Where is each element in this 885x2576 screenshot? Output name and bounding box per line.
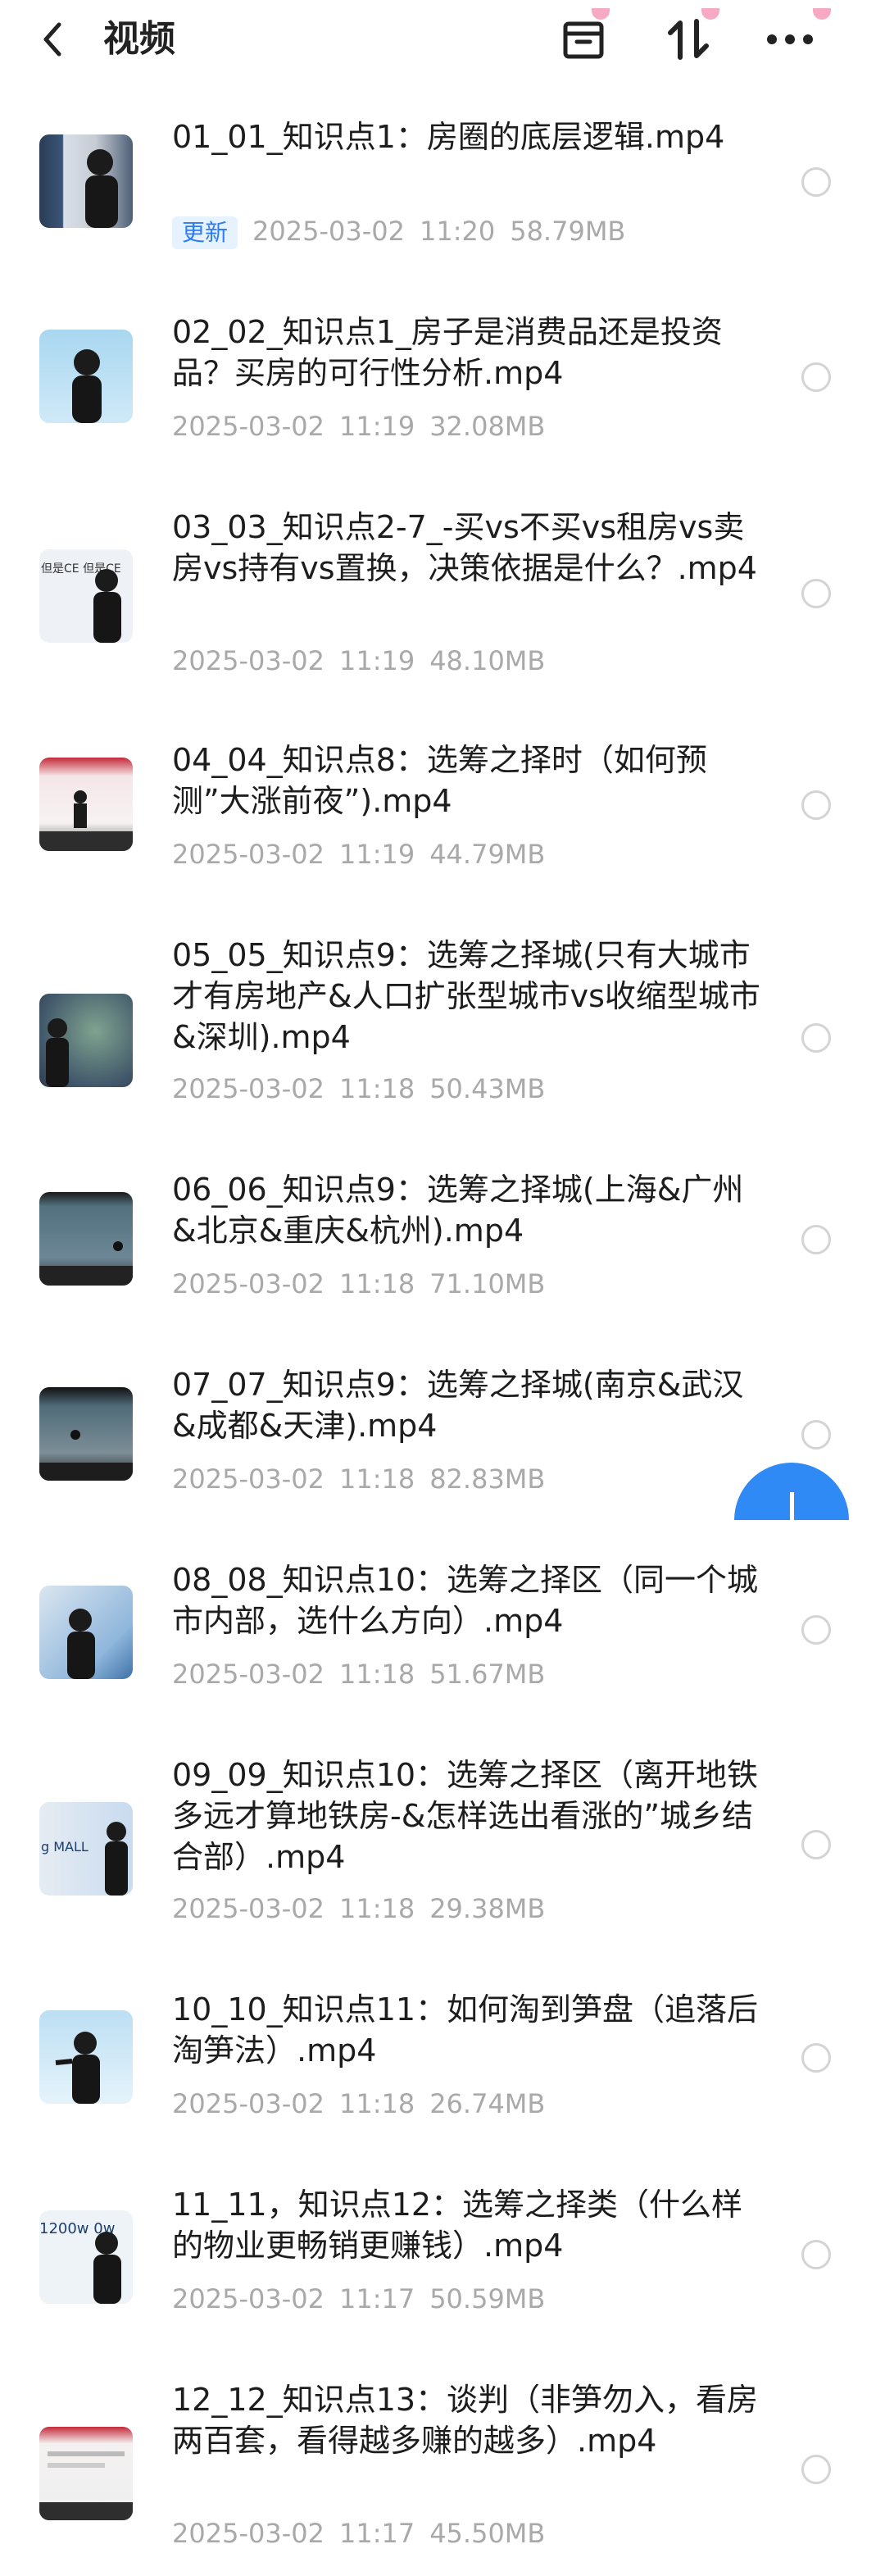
video-thumbnail	[39, 758, 133, 851]
update-badge: 更新	[172, 216, 238, 249]
video-title: 05_05_知识点9：选筹之择城(只有大城市才有房地产&人口扩张型城市vs收缩型…	[172, 937, 760, 1055]
video-size: 45.50MB	[429, 2518, 546, 2549]
video-size: 51.67MB	[429, 1659, 546, 1690]
select-radio[interactable]	[801, 362, 831, 392]
video-meta: 2025-03-02 11:18 29.38MB	[172, 1891, 560, 1927]
video-thumbnail: g MALL	[39, 1802, 133, 1896]
video-size: 58.79MB	[510, 216, 626, 247]
video-thumbnail	[39, 134, 133, 228]
video-time: 11:18	[338, 2088, 415, 2119]
video-thumbnail	[39, 330, 133, 423]
select-radio[interactable]	[801, 1615, 831, 1645]
video-thumbnail	[39, 2010, 133, 2104]
video-title: 04_04_知识点8：选筹之择时（如何预测”大涨前夜”).mp4	[172, 742, 707, 819]
video-title: 10_10_知识点11：如何淘到笋盘（追落后淘笋法）.mp4	[172, 1991, 759, 2069]
video-title: 11_11，知识点12：选筹之择类（什么样的物业更畅销更赚钱）.mp4	[172, 2187, 743, 2264]
video-time: 11:17	[338, 2518, 415, 2549]
video-time: 11:19	[338, 411, 415, 442]
video-time: 11:19	[338, 645, 415, 676]
video-thumbnail: 但是CE 但是CE	[39, 549, 133, 643]
thumb-text: g MALL	[41, 1839, 88, 1855]
page-title: 视频	[103, 18, 175, 60]
video-meta: 2025-03-02 11:19 32.08MB	[172, 408, 560, 444]
select-radio[interactable]	[801, 2455, 831, 2484]
archive-box-icon[interactable]	[557, 8, 610, 66]
video-title: 09_09_知识点10：选筹之择区（离开地铁多远才算地铁房-&怎样选出看涨的”城…	[172, 1757, 759, 1875]
video-title: 12_12_知识点13：谈判（非笋勿入，看房两百套，看得越多赚的越多）.mp4	[172, 2382, 759, 2459]
notification-dot	[813, 8, 831, 20]
video-size: 32.08MB	[429, 411, 546, 442]
video-title: 07_07_知识点9：选筹之择城(南京&武汉&成都&天津).mp4	[172, 1367, 744, 1444]
video-time: 11:18	[338, 1073, 415, 1104]
select-radio[interactable]	[801, 2240, 831, 2269]
select-radio[interactable]	[801, 1830, 831, 1859]
video-thumbnail	[39, 994, 133, 1087]
video-date: 2025-03-02	[172, 2088, 324, 2119]
video-meta: 2025-03-02 11:17 45.50MB	[172, 2515, 560, 2551]
select-radio[interactable]	[801, 790, 831, 820]
video-size: 50.43MB	[429, 1073, 546, 1104]
video-size: 26.74MB	[429, 2088, 546, 2119]
video-title: 02_02_知识点1_房子是消费品还是投资品？买房的可行性分析.mp4	[172, 314, 723, 391]
video-title: 03_03_知识点2-7_-买vs不买vs租房vs卖房vs持有vs置换，决策依据…	[172, 509, 757, 586]
video-thumbnail	[39, 1387, 133, 1481]
video-thumbnail	[39, 1586, 133, 1679]
video-size: 48.10MB	[429, 645, 546, 676]
video-thumbnail: 1200w 0w	[39, 2210, 133, 2304]
video-thumbnail	[39, 1192, 133, 1286]
video-meta: 2025-03-02 11:18 82.83MB	[172, 1461, 560, 1497]
video-date: 2025-03-02	[172, 1268, 324, 1299]
select-radio[interactable]	[801, 167, 831, 197]
video-time: 11:17	[338, 2283, 415, 2314]
video-title: 01_01_知识点1：房圈的底层逻辑.mp4	[172, 119, 725, 155]
video-date: 2025-03-02	[172, 2518, 324, 2549]
video-meta: 更新 2025-03-02 11:20 58.79MB	[172, 213, 640, 249]
video-date: 2025-03-02	[172, 1073, 324, 1104]
more-dots-icon[interactable]	[764, 8, 831, 66]
select-radio[interactable]	[801, 2043, 831, 2073]
video-date: 2025-03-02	[172, 2283, 324, 2314]
video-meta: 2025-03-02 11:18 71.10MB	[172, 1266, 560, 1302]
video-time: 11:18	[338, 1659, 415, 1690]
select-radio[interactable]	[801, 1023, 831, 1053]
select-radio[interactable]	[801, 1225, 831, 1254]
video-date: 2025-03-02	[172, 839, 324, 870]
video-meta: 2025-03-02 11:18 51.67MB	[172, 1656, 560, 1692]
video-time: 11:18	[338, 1463, 415, 1495]
chevron-left-icon[interactable]	[36, 18, 69, 61]
video-size: 82.83MB	[429, 1463, 546, 1495]
video-meta: 2025-03-02 11:17 50.59MB	[172, 2281, 560, 2317]
video-title: 08_08_知识点10：选筹之择区（同一个城市内部，选什么方向）.mp4	[172, 1562, 759, 1639]
video-time: 11:20	[419, 216, 496, 247]
video-date: 2025-03-02	[172, 645, 324, 676]
video-title: 06_06_知识点9：选筹之择城(上海&广州&北京&重庆&杭州).mp4	[172, 1172, 744, 1249]
sort-arrows-icon[interactable]	[662, 8, 719, 66]
video-thumbnail	[39, 2427, 133, 2520]
add-fab-button[interactable]	[734, 1463, 849, 1520]
notification-dot	[592, 8, 610, 20]
video-size: 50.59MB	[429, 2283, 546, 2314]
select-radio[interactable]	[801, 579, 831, 608]
select-radio[interactable]	[801, 1420, 831, 1450]
video-date: 2025-03-02	[172, 1659, 324, 1690]
video-size: 71.10MB	[429, 1268, 546, 1299]
video-meta: 2025-03-02 11:18 50.43MB	[172, 1071, 560, 1107]
video-date: 2025-03-02	[172, 1463, 324, 1495]
video-meta: 2025-03-02 11:19 48.10MB	[172, 643, 560, 679]
video-date: 2025-03-02	[252, 216, 405, 247]
video-time: 11:18	[338, 1893, 415, 1924]
plus-icon	[783, 1492, 800, 1520]
top-bar: 视频	[0, 0, 885, 79]
video-meta: 2025-03-02 11:19 44.79MB	[172, 836, 560, 872]
video-time: 11:19	[338, 839, 415, 870]
video-date: 2025-03-02	[172, 411, 324, 442]
video-date: 2025-03-02	[172, 1893, 324, 1924]
video-size: 44.79MB	[429, 839, 546, 870]
video-meta: 2025-03-02 11:18 26.74MB	[172, 2086, 560, 2122]
video-time: 11:18	[338, 1268, 415, 1299]
video-size: 29.38MB	[429, 1893, 546, 1924]
